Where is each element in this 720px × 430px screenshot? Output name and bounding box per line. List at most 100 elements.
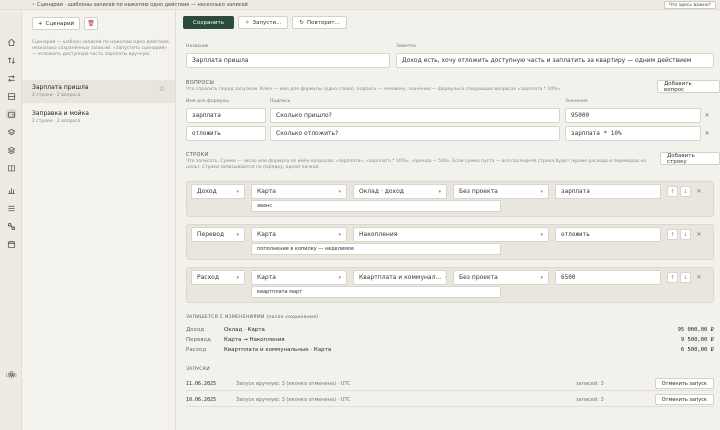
col-key-label: Имя для формулы xyxy=(186,99,229,104)
totals-list: Доход Оклад · Карта 95 000,00 ₽ Перевод … xyxy=(186,327,714,357)
line-memo-input[interactable]: пополнение в копилку — неделимое xyxy=(251,243,501,255)
runs-list: 11.06.2025 Запуск вручную: 3 (иконка отм… xyxy=(186,377,714,411)
repeat-button[interactable]: ↻ Повторит... xyxy=(292,16,347,29)
totals-title: ЗАПИШЕТСЯ С ИЗМЕНЕНИЯМИ (после сохранени… xyxy=(186,315,319,320)
note-label: Заметка xyxy=(396,44,416,49)
toolbar: Сохранить ✧ Запусти... ↻ Повторит... xyxy=(183,16,347,29)
move-up-icon[interactable]: ↑ xyxy=(667,186,678,197)
breadcrumb: • Сценарии · шаблоны записей по нажатию о… xyxy=(32,2,248,8)
remove-line-icon[interactable]: ✕ xyxy=(694,270,704,285)
name-input[interactable]: Зарплата пришла xyxy=(186,53,390,68)
add-question-button[interactable]: Добавить вопрос xyxy=(657,80,720,93)
totals-row: Расход Квартплата и коммунальные · Карта… xyxy=(186,347,714,353)
scenario-meta: 2 строки · 2 вопроса xyxy=(32,119,81,124)
dot-icon: • xyxy=(32,2,35,8)
line-category-select[interactable]: Оклад · доход ▾ xyxy=(353,184,447,199)
arrows-switch-icon[interactable] xyxy=(6,73,16,83)
move-down-icon[interactable]: ↓ xyxy=(680,229,691,240)
scenario-editor: Сохранить ✧ Запусти... ↻ Повторит... Назва… xyxy=(177,10,720,430)
line-type-select[interactable]: Перевод ▾ xyxy=(191,227,245,242)
chevron-down-icon: ▾ xyxy=(338,274,341,281)
line-account-select[interactable]: Карта ▾ xyxy=(251,184,347,199)
note-input[interactable]: Доход есть, хочу отложить доступную част… xyxy=(396,53,714,68)
wallet-icon[interactable] xyxy=(6,109,16,119)
remove-question-icon[interactable]: ✕ xyxy=(702,108,712,123)
line-account-select[interactable]: Карта ▾ xyxy=(251,227,347,242)
line-memo-input[interactable]: квартплата март xyxy=(251,286,501,298)
move-up-icon[interactable]: ↑ xyxy=(667,229,678,240)
line-amount-input[interactable]: 6500 xyxy=(555,270,661,285)
line-type-select[interactable]: Доход ▾ xyxy=(191,184,245,199)
scenario-sidebar: + Сценарий 🗑 Сценарий — шаблон записей по… xyxy=(22,10,176,430)
question-key-input[interactable]: зарплата xyxy=(186,108,266,123)
calendar-icon[interactable] xyxy=(6,239,16,249)
chevron-down-icon: ▾ xyxy=(236,231,239,238)
save-button[interactable]: Сохранить xyxy=(183,16,234,29)
questions-title: ВОПРОСЫ xyxy=(186,80,215,86)
question-value-input[interactable]: 95000 xyxy=(565,108,701,123)
questions-desc: Что спросить перед запуском. Ключ — имя … xyxy=(186,87,561,92)
move-down-icon[interactable]: ↓ xyxy=(680,186,691,197)
clock-text: 11:06 xyxy=(5,373,17,378)
chevron-down-icon: ▾ xyxy=(236,274,239,281)
chevron-down-icon: ▾ xyxy=(338,231,341,238)
runs-title: ЗАПУСКИ xyxy=(186,367,210,372)
chevron-down-icon: ▾ xyxy=(540,231,543,238)
line-memo-input[interactable]: аванс xyxy=(251,200,501,212)
home-icon[interactable] xyxy=(6,37,16,47)
chevron-down-icon: ▾ xyxy=(438,188,441,195)
run-button[interactable]: ✧ Запусти... xyxy=(237,16,289,29)
line-amount-input[interactable]: отложить xyxy=(555,227,661,242)
line-amount-input[interactable]: зарплата xyxy=(555,184,661,199)
arrows-updown-icon[interactable] xyxy=(6,55,16,65)
archive-icon[interactable] xyxy=(6,91,16,101)
delete-scenario-button[interactable]: 🗑 xyxy=(84,17,98,30)
line-project-select[interactable]: Без проекта ▾ xyxy=(453,184,549,199)
stack-icon[interactable] xyxy=(6,127,16,137)
lines-title: СТРОКИ xyxy=(186,152,209,158)
name-label: Название xyxy=(186,44,209,49)
layers-icon[interactable] xyxy=(6,145,16,155)
scenario-name: Зарплата пришла xyxy=(32,84,89,91)
line-category-select[interactable]: Квартплата и коммунал...▾ xyxy=(353,270,447,285)
chevron-down-icon: ▾ xyxy=(540,274,543,281)
remove-question-icon[interactable]: ✕ xyxy=(702,126,712,141)
col-value-label: Значение xyxy=(565,99,588,104)
line-project-select[interactable]: Без проекта ▾ xyxy=(453,270,549,285)
cancel-run-button[interactable]: Отменить запуск xyxy=(654,378,714,389)
chevron-down-icon: ▾ xyxy=(540,188,543,195)
line-target-select[interactable]: Накопления ▾ xyxy=(353,227,549,242)
list-icon[interactable] xyxy=(6,203,16,213)
chevron-down-icon: ▾ xyxy=(338,188,341,195)
star-icon[interactable]: ☆ xyxy=(159,85,165,93)
chart-icon[interactable] xyxy=(6,185,16,195)
add-line-button[interactable]: Добавить строку xyxy=(660,152,720,165)
question-key-input[interactable]: отложить xyxy=(186,126,266,141)
run-row: 10.06.2025 Запуск вручную: 3 (иконка отм… xyxy=(186,393,714,407)
col-label-label: Подпись xyxy=(270,99,291,104)
move-down-icon[interactable]: ↓ xyxy=(680,272,691,283)
scenario-icon[interactable] xyxy=(6,221,16,231)
clock-sub: · xyxy=(10,384,12,389)
remove-line-icon[interactable]: ✕ xyxy=(694,227,704,242)
sparkle-icon: ✧ xyxy=(244,19,250,26)
question-label-input[interactable]: Сколько пришло? xyxy=(270,108,560,123)
repeat-icon: ↻ xyxy=(299,19,304,26)
remove-line-icon[interactable]: ✕ xyxy=(694,184,704,199)
question-label-input[interactable]: Сколько отложить? xyxy=(270,126,560,141)
scenario-list-item[interactable]: Заправка и мойка 2 строки · 2 вопроса xyxy=(22,106,175,129)
scenario-name: Заправка и мойка xyxy=(32,110,89,117)
question-value-input[interactable]: зарплата * 10% xyxy=(565,126,701,141)
plus-icon: + xyxy=(37,20,43,27)
new-scenario-button[interactable]: + Сценарий xyxy=(32,17,80,30)
icon-rail: 11:06 · xyxy=(0,10,22,430)
book-icon[interactable] xyxy=(6,163,16,173)
scenario-list-item[interactable]: Зарплата пришла 2 строки · 2 вопроса ☆ xyxy=(22,80,175,103)
line-account-select[interactable]: Карта ▾ xyxy=(251,270,347,285)
move-up-icon[interactable]: ↑ xyxy=(667,272,678,283)
line-type-select[interactable]: Расход ▾ xyxy=(191,270,245,285)
totals-row: Перевод Карта → Накопления 9 500,00 ₽ xyxy=(186,337,714,343)
cancel-run-button[interactable]: Отменить запуск xyxy=(654,394,714,405)
help-button[interactable]: Что здесь важно? xyxy=(663,1,716,9)
top-bar: • Сценарии · шаблоны записей по нажатию о… xyxy=(0,0,720,10)
